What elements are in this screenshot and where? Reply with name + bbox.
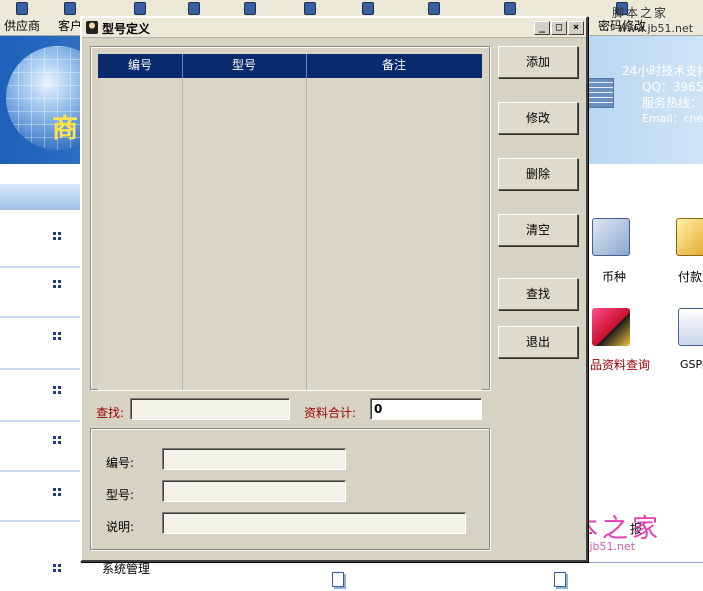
exit-button[interactable]: 退出: [498, 326, 578, 358]
column-header-code[interactable]: 编号: [98, 54, 182, 78]
watermark-top-text: 脚本之家: [612, 6, 669, 20]
description-label: 说明:: [106, 520, 135, 534]
payment-label[interactable]: 付款方: [678, 268, 703, 285]
document-icon[interactable]: [332, 572, 344, 587]
customer-icon: [64, 2, 76, 15]
nav-divider: [0, 316, 80, 318]
column-header-model[interactable]: 型号: [182, 54, 306, 78]
watermark-top-url: www.jb51.net: [618, 22, 694, 35]
cube-icon: [588, 78, 614, 108]
left-nav-header: [0, 184, 80, 210]
nav-divider: [0, 470, 80, 472]
maximize-button[interactable]: □: [551, 21, 567, 35]
toolbar-supplier-button[interactable]: 供应商: [0, 2, 44, 34]
banner-title: 商: [52, 114, 79, 144]
column-divider: [306, 78, 307, 390]
nav-bullet-icon[interactable]: [53, 332, 61, 340]
warehouse-icon: [244, 2, 256, 15]
bottom-divider: [322, 562, 703, 563]
nav-divider: [0, 368, 80, 370]
currency-icon[interactable]: [592, 218, 630, 256]
model-label: 型号:: [106, 488, 135, 502]
clear-button[interactable]: 清空: [498, 214, 578, 246]
edit-button[interactable]: 修改: [498, 102, 578, 134]
nav-bullet-icon[interactable]: [53, 280, 61, 288]
gsp-report-label[interactable]: GSP报: [680, 356, 703, 372]
nav-bullet-icon[interactable]: [53, 386, 61, 394]
column-divider: [182, 78, 183, 390]
add-button[interactable]: 添加: [498, 46, 578, 78]
code-input[interactable]: [162, 448, 346, 470]
description-input[interactable]: [162, 512, 466, 534]
person-icon: [362, 2, 374, 15]
qq-text: QQ：396502: [642, 80, 703, 94]
dialog-titlebar[interactable]: 型号定义 _ □ ×: [82, 18, 586, 38]
model-definition-dialog: 型号定义 _ □ × 编号 型号 备注 添加 修改 删除 清空 查找 退出 查找…: [80, 16, 588, 562]
column-header-remark[interactable]: 备注: [306, 54, 482, 78]
ledger-icon: [188, 2, 200, 15]
delete-button[interactable]: 删除: [498, 158, 578, 190]
close-button[interactable]: ×: [568, 21, 584, 35]
app-window-icon: [86, 21, 98, 34]
column-divider[interactable]: [182, 54, 183, 78]
nav-bullet-icon[interactable]: [53, 564, 61, 572]
left-nav: [0, 164, 80, 591]
product-query-icon[interactable]: [592, 308, 630, 346]
product-icon: [134, 2, 146, 15]
search-input[interactable]: [130, 398, 290, 420]
total-label: 资料合计:: [304, 406, 357, 420]
email-text: Email：che: [642, 112, 703, 125]
total-count-field[interactable]: [370, 398, 482, 420]
find-button[interactable]: 查找: [498, 278, 578, 310]
search-label: 查找:: [96, 406, 125, 420]
supplier-icon: [16, 2, 28, 15]
payment-icon[interactable]: [676, 218, 703, 256]
gsp-report-icon[interactable]: [678, 308, 703, 346]
support-text: 24小时技术支持: [622, 64, 703, 78]
minimize-button[interactable]: _: [534, 21, 550, 35]
model-input[interactable]: [162, 480, 346, 502]
nav-divider: [0, 420, 80, 422]
column-divider[interactable]: [306, 54, 307, 78]
nav-bullet-icon[interactable]: [53, 436, 61, 444]
document-icon[interactable]: [554, 572, 566, 587]
product-query-label[interactable]: 品资料查询: [590, 356, 650, 373]
nav-bullet-icon[interactable]: [53, 232, 61, 240]
system-management-label[interactable]: 系统管理: [102, 560, 150, 577]
nav-divider: [0, 520, 80, 522]
model-grid[interactable]: 编号 型号 备注: [98, 54, 482, 390]
database-icon: [304, 2, 316, 15]
hotline-text: 服务热线：: [642, 96, 703, 110]
report-icon: [504, 2, 516, 15]
nav-divider: [0, 266, 80, 268]
nav-bullet-icon[interactable]: [53, 488, 61, 496]
dialog-title: 型号定义: [102, 22, 151, 36]
currency-label[interactable]: 币种: [602, 268, 626, 285]
grid-header: 编号 型号 备注: [98, 54, 482, 78]
code-label: 编号:: [106, 456, 135, 470]
print-icon: [428, 2, 440, 15]
toolbar-supplier-label: 供应商: [3, 19, 40, 33]
